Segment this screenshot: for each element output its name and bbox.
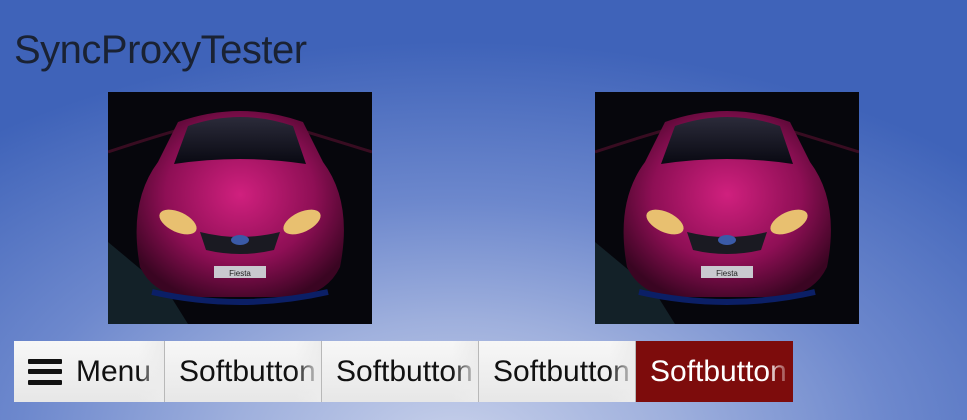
car-photo-icon: Fiesta [595,92,859,324]
secondary-graphic: Fiesta [595,92,859,324]
hamburger-icon [28,358,62,385]
softbutton-label: Softbutton [336,354,473,388]
menu-button[interactable]: Menu [14,341,165,402]
softbutton-3[interactable]: Softbutton [479,341,636,402]
softbutton-4[interactable]: Softbutton [636,341,793,402]
plate-text: Fiesta [229,269,251,278]
app-title: SyncProxyTester [14,28,307,72]
softbutton-label: Softbutton [650,354,787,388]
softbutton-label: Softbutton [179,354,316,388]
softbutton-bar: Menu Softbutton Softbutton Softbutton So… [14,341,793,402]
softbutton-1[interactable]: Softbutton [165,341,322,402]
menu-button-label: Menu [76,354,152,388]
primary-graphic: Fiesta [108,92,372,324]
car-photo-icon: Fiesta [108,92,372,324]
softbutton-label: Softbutton [493,354,630,388]
plate-text: Fiesta [716,269,738,278]
softbutton-2[interactable]: Softbutton [322,341,479,402]
